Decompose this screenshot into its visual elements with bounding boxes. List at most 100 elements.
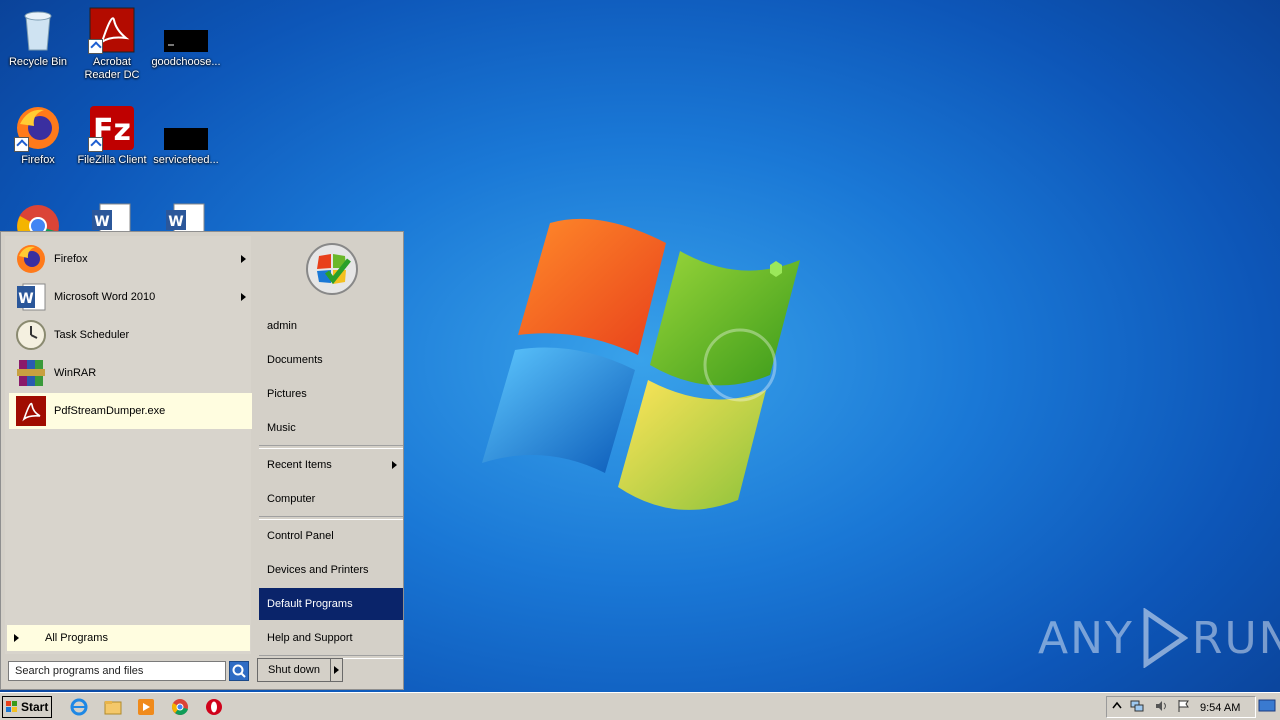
firefox-icon <box>14 104 62 152</box>
desktop-icon-firefox[interactable]: Firefox <box>0 104 76 167</box>
search-input[interactable]: Search programs and files <box>8 661 226 681</box>
place-help-and-support[interactable]: Help and Support <box>259 622 403 654</box>
start-label: Start <box>21 700 49 714</box>
windows-orb-checkmark-icon <box>306 243 358 295</box>
internet-explorer-icon[interactable] <box>70 698 88 716</box>
media-player-icon[interactable] <box>137 698 155 716</box>
place-control-panel[interactable]: Control Panel <box>259 520 403 552</box>
clock-icon <box>15 319 47 351</box>
program-firefox[interactable]: Firefox <box>9 241 252 277</box>
place-recent-items[interactable]: Recent Items <box>259 449 403 481</box>
show-desktop-icon[interactable] <box>1258 698 1276 714</box>
desktop-icon-recycle-bin[interactable]: Recycle Bin <box>0 6 76 69</box>
label-line-2: Reader DC <box>84 69 140 81</box>
place-label: Devices and Printers <box>267 564 369 576</box>
redacted-file-icon <box>162 6 210 54</box>
submenu-arrow-icon <box>241 255 246 263</box>
place-label: Pictures <box>267 388 307 400</box>
shortcut-arrow-icon <box>14 137 29 152</box>
recycle-bin-icon <box>14 6 62 54</box>
start-menu-programs-pane: Firefox W Microsoft Word 2010 Task Sched… <box>5 236 252 654</box>
program-pdfstreamdumper[interactable]: PdfStreamDumper.exe <box>9 393 252 429</box>
svg-text:W: W <box>18 291 33 307</box>
expand-arrow-icon <box>14 634 19 642</box>
place-label: Computer <box>267 493 316 505</box>
program-task-scheduler[interactable]: Task Scheduler <box>9 317 252 353</box>
shutdown-label: Shut down <box>268 664 320 676</box>
folder-icon[interactable] <box>104 698 122 716</box>
desktop-icon-goodchoose[interactable]: goodchoose... <box>148 6 224 69</box>
desktop-icon-label: Recycle Bin <box>8 56 68 68</box>
place-label: Music <box>267 422 296 434</box>
program-label: Firefox <box>54 253 88 265</box>
word-icon: W <box>15 281 47 313</box>
watermark-right-text: RUN <box>1191 612 1280 664</box>
network-icon[interactable] <box>1130 699 1144 713</box>
program-label: PdfStreamDumper.exe <box>54 405 166 417</box>
redacted-file-icon <box>162 104 210 152</box>
shortcut-arrow-icon <box>88 39 103 54</box>
shortcut-arrow-icon <box>88 137 103 152</box>
magnifier-icon <box>232 664 246 678</box>
program-label: Microsoft Word 2010 <box>54 291 156 303</box>
play-triangle-icon <box>1143 608 1188 668</box>
all-programs-button[interactable]: All Programs <box>7 625 250 651</box>
place-pictures[interactable]: Pictures <box>259 378 403 410</box>
place-music[interactable]: Music <box>259 412 403 444</box>
start-button[interactable]: Start <box>2 696 52 718</box>
user-avatar <box>305 242 359 296</box>
place-label: Documents <box>267 354 323 366</box>
desktop-icon-acrobat[interactable]: Acrobat Reader DC <box>74 6 150 82</box>
program-winrar[interactable]: WinRAR <box>9 355 252 391</box>
submenu-arrow-icon <box>241 293 246 301</box>
place-label: admin <box>267 320 297 332</box>
svg-text:W: W <box>168 214 183 230</box>
desktop-icon-label: Acrobat Reader DC <box>74 56 150 82</box>
program-label: Task Scheduler <box>54 329 130 341</box>
watermark-left-text: ANY <box>1038 612 1134 664</box>
speaker-icon[interactable] <box>1154 699 1168 713</box>
place-admin[interactable]: admin <box>259 310 403 342</box>
start-menu-places-pane: admin Documents Pictures Music Recent It… <box>255 232 405 689</box>
firefox-icon <box>15 243 47 275</box>
program-microsoft-word[interactable]: W Microsoft Word 2010 <box>9 279 252 315</box>
svg-text:W: W <box>94 214 109 230</box>
opera-icon[interactable] <box>205 698 223 716</box>
place-computer[interactable]: Computer <box>259 483 403 515</box>
chrome-icon[interactable] <box>171 698 189 716</box>
windows-wallpaper-logo <box>482 218 800 510</box>
program-label: WinRAR <box>54 367 97 379</box>
all-programs-label: All Programs <box>45 632 108 644</box>
place-devices-and-printers[interactable]: Devices and Printers <box>259 554 403 586</box>
place-label: Recent Items <box>267 459 332 471</box>
clock[interactable]: 9:54 AM <box>1200 702 1240 714</box>
place-label: Control Panel <box>267 530 334 542</box>
shutdown-button[interactable]: Shut down <box>257 658 331 682</box>
start-menu: Firefox W Microsoft Word 2010 Task Sched… <box>0 231 404 690</box>
filezilla-icon: Fz <box>88 104 136 152</box>
label-line-1: Acrobat <box>93 56 131 68</box>
pdf-icon <box>15 395 47 427</box>
search-button[interactable] <box>229 661 249 681</box>
acrobat-icon <box>88 6 136 54</box>
desktop-icon-filezilla[interactable]: Fz FileZilla Client <box>74 104 150 167</box>
place-documents[interactable]: Documents <box>259 344 403 376</box>
desktop-icon-label: Firefox <box>21 154 55 166</box>
place-label: Help and Support <box>267 632 353 644</box>
winrar-icon <box>15 357 47 389</box>
action-center-flag-icon[interactable] <box>1177 699 1191 713</box>
search-placeholder: Search programs and files <box>15 665 144 677</box>
desktop-icon-servicefeed[interactable]: servicefeed... <box>148 104 224 167</box>
desktop-icon-label: servicefeed... <box>153 154 219 166</box>
desktop-icon-label: goodchoose... <box>151 56 221 68</box>
clock-time: 9:54 AM <box>1200 702 1241 714</box>
anyrun-watermark: ANY RUN <box>1038 608 1280 668</box>
place-label: Default Programs <box>267 598 353 610</box>
windows-flag-icon <box>6 701 17 712</box>
shutdown-options-button[interactable] <box>330 658 343 682</box>
taskbar: Start 9:54 AM <box>0 692 1280 720</box>
place-default-programs[interactable]: Default Programs <box>259 588 403 620</box>
desktop-icon-label: FileZilla Client <box>77 154 147 166</box>
submenu-arrow-icon <box>392 461 397 469</box>
show-hidden-icons-chevron-icon[interactable] <box>1110 699 1124 713</box>
